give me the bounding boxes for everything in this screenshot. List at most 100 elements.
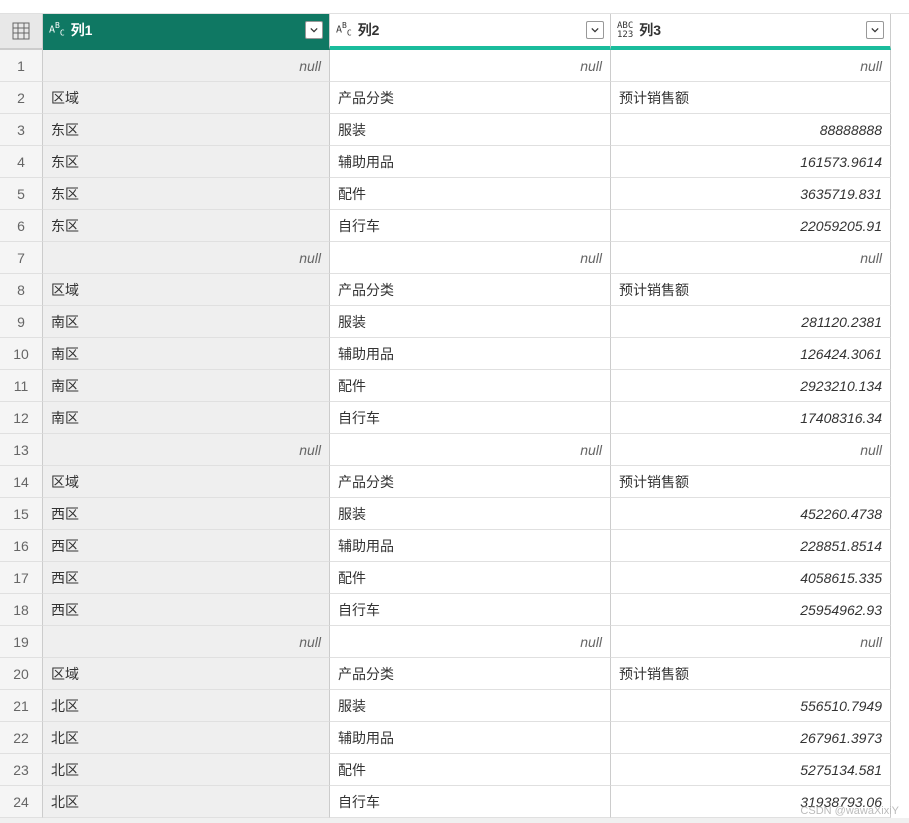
cell[interactable]: 25954962.93 — [611, 594, 891, 626]
cell[interactable]: 自行车 — [330, 402, 611, 434]
table-row[interactable]: 11南区配件2923210.134 — [0, 370, 909, 402]
cell[interactable]: 17408316.34 — [611, 402, 891, 434]
table-row[interactable]: 4东区辅助用品161573.9614 — [0, 146, 909, 178]
table-row[interactable]: 13nullnullnull — [0, 434, 909, 466]
column-header-3[interactable]: ABC123列3 — [611, 14, 891, 50]
cell[interactable]: 88888888 — [611, 114, 891, 146]
cell[interactable]: 126424.3061 — [611, 338, 891, 370]
cell[interactable]: null — [611, 50, 891, 82]
cell[interactable]: 预计销售额 — [611, 274, 891, 306]
cell[interactable]: 228851.8514 — [611, 530, 891, 562]
table-row[interactable]: 20区域产品分类预计销售额 — [0, 658, 909, 690]
cell[interactable]: 预计销售额 — [611, 466, 891, 498]
cell[interactable]: 西区 — [43, 530, 330, 562]
row-number[interactable]: 2 — [0, 82, 43, 114]
row-number[interactable]: 5 — [0, 178, 43, 210]
table-row[interactable]: 19nullnullnull — [0, 626, 909, 658]
cell[interactable]: 556510.7949 — [611, 690, 891, 722]
cell[interactable]: 产品分类 — [330, 658, 611, 690]
table-row[interactable]: 2区域产品分类预计销售额 — [0, 82, 909, 114]
cell[interactable]: 配件 — [330, 754, 611, 786]
cell[interactable]: 4058615.335 — [611, 562, 891, 594]
cell[interactable]: 东区 — [43, 114, 330, 146]
table-row[interactable]: 10南区辅助用品126424.3061 — [0, 338, 909, 370]
table-row[interactable]: 24北区自行车31938793.06 — [0, 786, 909, 818]
row-number[interactable]: 11 — [0, 370, 43, 402]
cell[interactable]: 产品分类 — [330, 274, 611, 306]
cell[interactable]: null — [43, 434, 330, 466]
datatype-icon[interactable]: ABC — [336, 22, 352, 37]
cell[interactable]: null — [330, 434, 611, 466]
row-number[interactable]: 3 — [0, 114, 43, 146]
cell[interactable]: null — [330, 626, 611, 658]
row-number[interactable]: 23 — [0, 754, 43, 786]
cell[interactable]: 北区 — [43, 690, 330, 722]
cell[interactable]: 西区 — [43, 498, 330, 530]
cell[interactable]: 267961.3973 — [611, 722, 891, 754]
cell[interactable]: null — [611, 626, 891, 658]
cell[interactable]: 东区 — [43, 178, 330, 210]
cell[interactable]: 22059205.91 — [611, 210, 891, 242]
column-filter-dropdown[interactable] — [866, 21, 884, 39]
row-number[interactable]: 19 — [0, 626, 43, 658]
row-number[interactable]: 15 — [0, 498, 43, 530]
cell[interactable]: 南区 — [43, 370, 330, 402]
column-header-1[interactable]: ABC列1 — [43, 14, 330, 50]
row-number[interactable]: 24 — [0, 786, 43, 818]
cell[interactable]: 2923210.134 — [611, 370, 891, 402]
row-number[interactable]: 18 — [0, 594, 43, 626]
cell[interactable]: 服装 — [330, 690, 611, 722]
cell[interactable]: 产品分类 — [330, 82, 611, 114]
cell[interactable]: 5275134.581 — [611, 754, 891, 786]
table-row[interactable]: 22北区辅助用品267961.3973 — [0, 722, 909, 754]
cell[interactable]: 281120.2381 — [611, 306, 891, 338]
cell[interactable]: 南区 — [43, 306, 330, 338]
column-header-2[interactable]: ABC列2 — [330, 14, 611, 50]
row-number[interactable]: 12 — [0, 402, 43, 434]
cell[interactable]: 辅助用品 — [330, 722, 611, 754]
table-row[interactable]: 1nullnullnull — [0, 50, 909, 82]
cell[interactable]: null — [43, 50, 330, 82]
cell[interactable]: 服装 — [330, 114, 611, 146]
column-filter-dropdown[interactable] — [305, 21, 323, 39]
table-row[interactable]: 15西区服装452260.4738 — [0, 498, 909, 530]
table-row[interactable]: 3东区服装88888888 — [0, 114, 909, 146]
row-number[interactable]: 14 — [0, 466, 43, 498]
cell[interactable]: 东区 — [43, 210, 330, 242]
datatype-icon[interactable]: ABC123 — [617, 21, 633, 39]
table-row[interactable]: 21北区服装556510.7949 — [0, 690, 909, 722]
cell[interactable]: 服装 — [330, 306, 611, 338]
cell[interactable]: 区域 — [43, 658, 330, 690]
cell[interactable]: 北区 — [43, 754, 330, 786]
cell[interactable]: 3635719.831 — [611, 178, 891, 210]
cell[interactable]: 自行车 — [330, 210, 611, 242]
cell[interactable]: null — [611, 242, 891, 274]
row-number[interactable]: 21 — [0, 690, 43, 722]
row-number[interactable]: 16 — [0, 530, 43, 562]
row-number[interactable]: 9 — [0, 306, 43, 338]
cell[interactable]: 北区 — [43, 722, 330, 754]
row-number[interactable]: 1 — [0, 50, 43, 82]
cell[interactable]: 辅助用品 — [330, 146, 611, 178]
select-all-corner[interactable] — [0, 14, 43, 50]
cell[interactable]: 西区 — [43, 562, 330, 594]
cell[interactable]: 辅助用品 — [330, 338, 611, 370]
cell[interactable]: 辅助用品 — [330, 530, 611, 562]
cell[interactable]: 东区 — [43, 146, 330, 178]
cell[interactable]: 区域 — [43, 466, 330, 498]
row-number[interactable]: 20 — [0, 658, 43, 690]
row-number[interactable]: 4 — [0, 146, 43, 178]
table-row[interactable]: 16西区辅助用品228851.8514 — [0, 530, 909, 562]
table-row[interactable]: 6东区自行车22059205.91 — [0, 210, 909, 242]
cell[interactable]: null — [43, 626, 330, 658]
table-row[interactable]: 17西区配件4058615.335 — [0, 562, 909, 594]
cell[interactable]: 北区 — [43, 786, 330, 818]
row-number[interactable]: 13 — [0, 434, 43, 466]
table-row[interactable]: 7nullnullnull — [0, 242, 909, 274]
row-number[interactable]: 7 — [0, 242, 43, 274]
row-number[interactable]: 6 — [0, 210, 43, 242]
cell[interactable]: null — [611, 434, 891, 466]
cell[interactable]: null — [43, 242, 330, 274]
datatype-icon[interactable]: ABC — [49, 22, 65, 37]
cell[interactable]: 161573.9614 — [611, 146, 891, 178]
